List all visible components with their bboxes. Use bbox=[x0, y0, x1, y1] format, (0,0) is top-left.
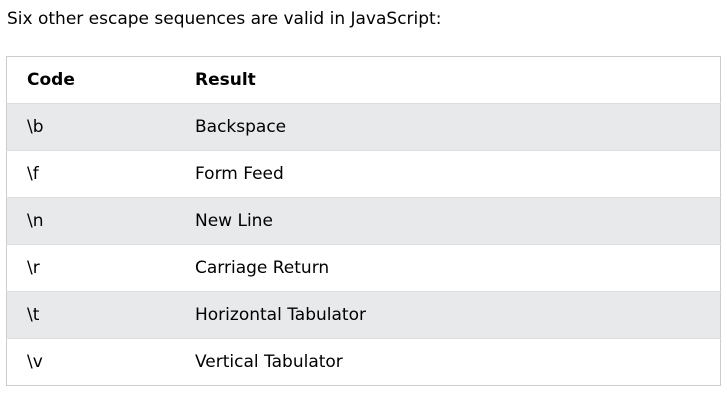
code-cell: \t bbox=[27, 305, 40, 325]
header-result: Result bbox=[195, 70, 256, 90]
table-row: \n New Line bbox=[6, 197, 721, 245]
result-cell: Backspace bbox=[195, 117, 287, 137]
table-header: Code Result bbox=[7, 57, 721, 104]
table-row: \t Horizontal Tabulator bbox=[6, 291, 721, 339]
result-cell: Carriage Return bbox=[195, 258, 330, 278]
code-cell: \r bbox=[27, 258, 40, 278]
code-cell: \b bbox=[27, 117, 44, 137]
result-cell: New Line bbox=[195, 211, 273, 231]
code-cell: \f bbox=[27, 164, 39, 184]
result-cell: Form Feed bbox=[195, 164, 284, 184]
result-cell: Horizontal Tabulator bbox=[195, 305, 366, 325]
result-cell: Vertical Tabulator bbox=[195, 352, 343, 372]
header-code: Code bbox=[27, 70, 75, 90]
table-header-row: Code Result bbox=[7, 57, 721, 104]
code-cell: \n bbox=[27, 211, 44, 231]
table-body: \b Backspace \f Form Feed \n New Line \r… bbox=[6, 103, 721, 386]
table-row: \v Vertical Tabulator bbox=[6, 338, 721, 386]
table-row: \f Form Feed bbox=[6, 150, 721, 198]
code-cell: \v bbox=[27, 352, 43, 372]
table-row: \b Backspace bbox=[6, 103, 721, 151]
intro-text: Six other escape sequences are valid in … bbox=[7, 9, 442, 29]
table-row: \r Carriage Return bbox=[6, 244, 721, 292]
escape-sequences-table: Code Result \b Backspace \f Form Feed \n… bbox=[6, 56, 721, 386]
